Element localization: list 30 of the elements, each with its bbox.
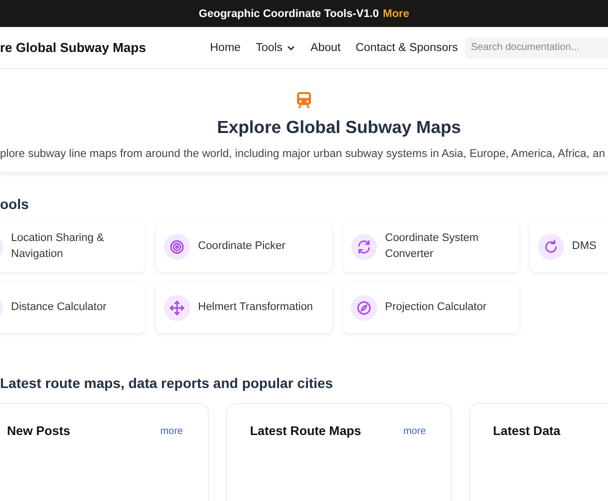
hero-description: plore subway line maps from around the world, including major urban subway systems in Asia, Europe, America, Africa, an xyxy=(0,148,606,160)
search-field[interactable]: Search documentation... xyxy=(464,36,608,58)
tool-card[interactable]: Helmert Transformation xyxy=(156,283,332,333)
tool-card[interactable]: Coordinate Picker xyxy=(156,222,332,272)
more-link[interactable]: More xyxy=(382,8,410,20)
sync-icon xyxy=(356,239,372,255)
hero-title: Explore Global Subway Maps xyxy=(216,117,462,138)
train-icon xyxy=(296,91,312,109)
nav-link[interactable]: About xyxy=(310,42,341,54)
move-icon xyxy=(169,300,185,316)
more-link[interactable]: more xyxy=(403,426,426,436)
tool-card[interactable]: Location Sharing & Navigation xyxy=(0,222,145,272)
tool-card[interactable]: Distance Calculator xyxy=(0,283,145,333)
announcement-text: Geographic Coordinate Tools-V1.0 xyxy=(198,8,379,20)
section-heading: ools xyxy=(0,196,30,212)
card-title: New Posts xyxy=(7,424,70,438)
site-title[interactable]: re Global Subway Maps xyxy=(0,40,210,55)
tool-card[interactable]: DMS xyxy=(530,222,608,272)
card-title: Latest Route Maps xyxy=(250,424,362,438)
nav-link[interactable]: Home xyxy=(210,42,241,54)
section-heading: Latest route maps, data reports and popular cities xyxy=(0,375,334,391)
nav-link[interactable]: Tools xyxy=(256,42,296,54)
target-icon xyxy=(169,239,185,255)
more-link[interactable]: more xyxy=(160,426,183,436)
refresh-icon xyxy=(543,239,559,255)
card-title: Latest Data xyxy=(493,424,560,438)
tool-card[interactable]: Projection Calculator xyxy=(343,283,519,333)
tool-card[interactable]: Coordinate System Converter xyxy=(343,222,519,272)
nav-link[interactable]: Contact & Sponsors xyxy=(356,42,458,54)
compass-icon xyxy=(356,300,372,316)
